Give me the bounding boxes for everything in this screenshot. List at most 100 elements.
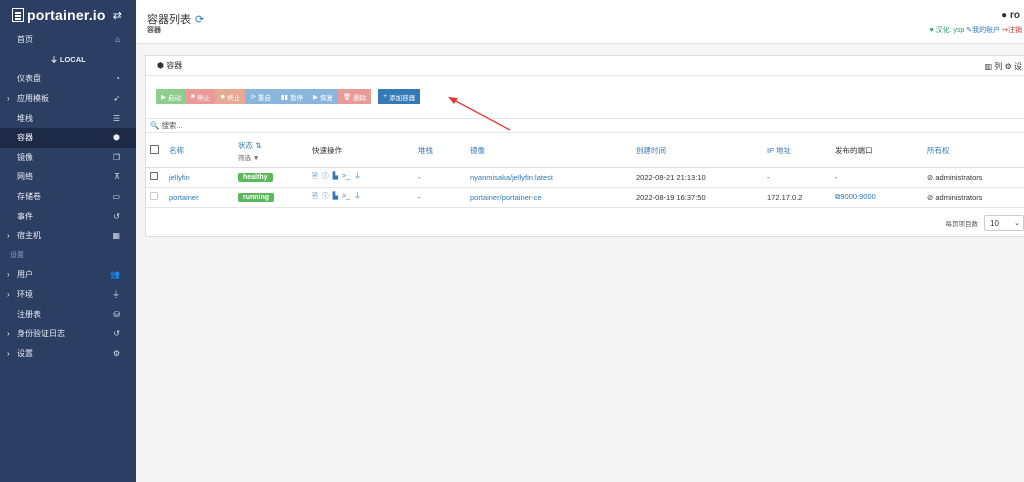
sidebar-item-app-templates[interactable]: › 应用模板 ➶ [0,89,136,109]
chevron-right-icon: › [7,94,10,104]
pagination: 每页项目数 10 ⌄ [946,215,1024,231]
page-header: 容器列表 ⟳ 容器 ● ro ♥ 汉化: ysp ✎我的账户 ↪注销 [136,0,1024,44]
user-name[interactable]: ● ro [1001,10,1020,21]
header-ip[interactable]: IP 地址 [767,135,835,168]
select-all-cell [146,135,169,168]
th-icon: ▦ [112,231,120,241]
plug-icon: ⏚ [112,290,120,300]
items-per-page-label: 每页项目数 [945,221,979,228]
chevron-right-icon: › [7,270,10,280]
home-icon: ⌂ [115,35,120,45]
header-quick-actions: 快速操作 [312,135,418,168]
sidebar-item-networks[interactable]: 网络 ⊼ [0,167,136,187]
kill-button[interactable]: ✸ 终止 [214,89,246,104]
settings-button[interactable]: ⚙ 设 [1005,62,1022,71]
brand-name: portainer.io [27,7,106,23]
users-icon: 👥 [110,270,120,280]
header-image[interactable]: 镜像 [470,135,636,168]
add-container-button[interactable]: + 添加容器 [378,89,421,104]
image-link[interactable]: nyanmisaka/jellyfin:latest [470,167,636,188]
header-name[interactable]: 名称 [169,135,238,168]
pause-button[interactable]: ▮▮ 暂停 [275,89,308,104]
cubes-icon: ⬢ [113,133,120,143]
breadcrumb: 容器 [147,27,161,34]
sidebar-item-users[interactable]: › 用户 👥 [0,265,136,285]
ports-cell: - [835,167,927,188]
toolbar: ▶ 启动 ■ 停止 ✸ 终止 ⟳ 重启 ▮▮ 暂停 ▶ 恢复 🗑 删除 + 添加容器 [156,89,421,104]
logs-icon[interactable]: 🗎 [312,193,318,200]
state-filter[interactable]: 筛选 ▼ [238,152,312,162]
brand[interactable]: portainer.io ⇄ [0,0,136,30]
sidebar-item-images[interactable]: 镜像 ❐ [0,148,136,168]
console-icon[interactable]: >_ [342,173,350,180]
chevron-right-icon: › [7,329,10,339]
containers-table: 名称 状态 ⇅ 筛选 ▼ 快速操作 堆栈 镜像 创建时间 IP 地址 发布的端口 … [146,135,1024,208]
resume-button[interactable]: ▶ 恢复 [308,89,338,104]
ports-link[interactable]: ⧉9000:9000 [835,187,927,208]
state-cell: running [238,187,312,208]
chevron-right-icon: › [7,348,10,358]
stop-button[interactable]: ■ 停止 [186,89,215,104]
quick-actions: 🗎 ⓘ ▙ >_ ⏚ [312,187,418,208]
start-button[interactable]: ▶ 启动 [156,89,186,104]
stack-cell: - [418,187,470,208]
logs-icon[interactable]: 🗎 [312,173,318,180]
my-account-link[interactable]: ✎我的账户 [966,27,1000,34]
header-links: ♥ 汉化: ysp ✎我的账户 ↪注销 [929,25,1022,35]
info-icon[interactable]: ⓘ [322,173,329,180]
attach-icon[interactable]: ⏚ [354,193,361,200]
hdd-icon: ▭ [112,192,120,202]
container-name-link[interactable]: portainer [169,187,238,208]
sort-icon: ⇅ [255,140,262,150]
table-row: portainer running 🗎 ⓘ ▙ >_ ⏚ - portainer/por… [146,187,1024,208]
info-icon[interactable]: ⓘ [322,193,329,200]
restart-button[interactable]: ⟳ 重启 [245,89,276,104]
attach-icon[interactable]: ⏚ [354,173,361,180]
image-link[interactable]: portainer/portainer-ce [470,187,636,208]
refresh-icon[interactable]: ⟳ [195,14,204,26]
ip-cell: - [767,167,835,188]
sidebar-item-settings[interactable]: › 设置 ⚙ [0,344,136,364]
row-checkbox[interactable] [150,172,158,180]
sidebar-item-events[interactable]: 事件 ↺ [0,206,136,226]
remove-button[interactable]: 🗑 删除 [338,89,372,104]
search-icon: 🔍 [150,121,162,130]
play-icon: ▶ [161,93,166,101]
search-input[interactable]: 🔍 搜索... [146,118,1024,133]
sidebar-item-containers[interactable]: 容器 ⬢ [0,127,136,148]
sidebar-item-dashboard[interactable]: 仪表盘 ◔ [0,69,136,89]
sidebar-item-registries[interactable]: 注册表 ⛁ [0,304,136,324]
sidebar-item-home[interactable]: 首页 ⌂ [0,30,136,50]
stats-icon[interactable]: ▙ [333,193,338,200]
console-icon[interactable]: >_ [342,193,350,200]
bomb-icon: ✸ [219,93,226,101]
rocket-icon: ➶ [113,94,120,104]
sidebar-item-auth-logs[interactable]: › 身份验证日志 ↺ [0,324,136,344]
stop-icon: ■ [191,93,195,100]
sidebar-item-host[interactable]: › 宿主机 ▦ [0,226,136,246]
chevron-down-icon: ⌄ [1014,220,1020,227]
header-ownership[interactable]: 所有权 [927,135,1024,168]
trash-icon: 🗑 [343,93,352,101]
sidebar-item-stacks[interactable]: 堆栈 ☰ [0,108,136,128]
state-cell: healthy [238,167,312,188]
refresh-icon: ⟳ [250,93,256,101]
toggle-sidebar-icon[interactable]: ⇄ [113,9,122,22]
stack-cell: - [418,167,470,188]
history-icon: ↺ [113,211,120,221]
container-name-link[interactable]: jellyfin [169,167,238,188]
header-state[interactable]: 状态 ⇅ 筛选 ▼ [238,135,312,168]
items-per-page-select[interactable]: 10 ⌄ [984,215,1024,231]
stats-icon[interactable]: ▙ [333,173,338,180]
logout-link[interactable]: ↪注销 [1002,27,1022,34]
header-created[interactable]: 创建时间 [636,135,767,168]
row-checkbox [150,192,158,200]
sidebar-item-volumes[interactable]: 存储卷 ▭ [0,187,136,207]
sidebar-item-environments[interactable]: › 环境 ⏚ [0,285,136,305]
quick-actions: 🗎 ⓘ ▙ >_ ⏚ [312,167,418,188]
select-all-checkbox[interactable] [150,145,159,155]
columns-button[interactable]: ▥ 列 [985,62,1003,71]
sidebar-section-settings: 设置 [10,252,24,260]
portainer-logo-icon [12,8,24,22]
header-stack[interactable]: 堆栈 [418,135,470,168]
